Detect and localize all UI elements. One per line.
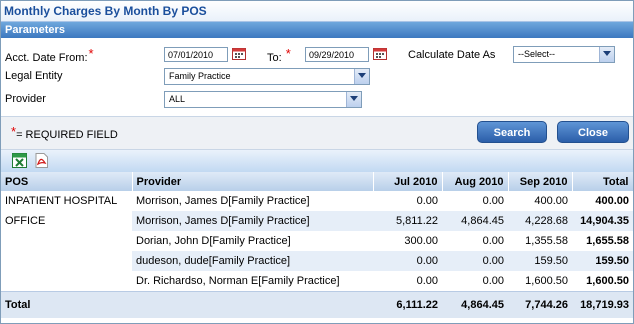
sep-2010-cell: 1,355.58 xyxy=(508,231,572,251)
jul-2010-cell: 0.00 xyxy=(373,271,442,292)
legal-entity-label: Legal Entity xyxy=(5,70,63,82)
pos-cell xyxy=(1,231,132,251)
aug-2010-cell: 4,864.45 xyxy=(442,211,508,231)
table-row: dudeson, dude[Family Practice] 0.00 0.00… xyxy=(1,251,633,271)
provider-cell: Dorian, John D[Family Practice] xyxy=(132,231,373,251)
table-row: Dr. Richardso, Norman E[Family Practice]… xyxy=(1,271,633,292)
total-cell: 400.00 xyxy=(572,191,633,211)
jul-2010-total: 6,111.22 xyxy=(373,291,442,318)
table-row: Dorian, John D[Family Practice] 300.00 0… xyxy=(1,231,633,251)
column-header-provider[interactable]: Provider xyxy=(132,172,374,191)
sep-2010-cell: 159.50 xyxy=(508,251,572,271)
chevron-down-icon[interactable] xyxy=(346,92,361,107)
pos-cell xyxy=(1,271,132,292)
pos-cell: INPATIENT HOSPITAL xyxy=(1,191,132,211)
export-toolbar xyxy=(1,150,633,172)
total-cell: 14,904.35 xyxy=(572,211,633,231)
column-header-jul-2010[interactable]: Jul 2010 xyxy=(373,172,443,191)
aug-2010-total: 4,864.45 xyxy=(442,291,508,318)
charges-table: POS Provider Jul 2010 Aug 2010 Sep 2010 … xyxy=(1,172,633,318)
acct-date-to-input[interactable]: 09/29/2010 xyxy=(305,47,369,62)
page-title: Monthly Charges By Month By POS xyxy=(1,1,633,22)
provider-label: Provider xyxy=(5,93,46,105)
close-button[interactable]: Close xyxy=(557,121,629,143)
aug-2010-cell: 0.00 xyxy=(442,191,508,211)
jul-2010-cell: 300.00 xyxy=(373,231,442,251)
calendar-icon[interactable] xyxy=(373,47,387,60)
provider-cell: Dr. Richardso, Norman E[Family Practice] xyxy=(132,271,373,292)
provider-value: ALL xyxy=(169,94,186,104)
column-header-sep-2010[interactable]: Sep 2010 xyxy=(508,172,573,191)
aug-2010-cell: 0.00 xyxy=(442,231,508,251)
total-cell: 1,600.50 xyxy=(572,271,633,292)
required-field-bar: *= REQUIRED FIELD Search Close xyxy=(1,116,633,150)
sep-2010-cell: 1,600.50 xyxy=(508,271,572,292)
grand-total: 18,719.93 xyxy=(572,291,633,318)
column-header-total[interactable]: Total xyxy=(572,172,633,191)
chevron-down-icon[interactable] xyxy=(599,47,614,62)
provider-cell xyxy=(132,291,373,318)
provider-cell: dudeson, dude[Family Practice] xyxy=(132,251,373,271)
acct-date-from-input[interactable]: 07/01/2010 xyxy=(164,47,228,62)
calendar-icon[interactable] xyxy=(232,47,246,60)
sep-2010-cell: 400.00 xyxy=(508,191,572,211)
excel-export-icon[interactable] xyxy=(12,153,27,168)
provider-cell: Morrison, James D[Family Practice] xyxy=(132,211,373,231)
total-row: Total 6,111.22 4,864.45 7,744.26 18,719.… xyxy=(1,291,633,318)
calculate-date-as-label: Calculate Date As xyxy=(408,49,496,61)
jul-2010-cell: 0.00 xyxy=(373,191,442,211)
calculate-date-as-select[interactable]: --Select-- xyxy=(513,46,615,63)
required-field-note: *= REQUIRED FIELD xyxy=(11,124,118,141)
provider-cell: Morrison, James D[Family Practice] xyxy=(132,191,373,211)
provider-select[interactable]: ALL xyxy=(164,91,362,108)
parameters-panel: Acct. Date From:* 07/01/2010 To: * 09/29… xyxy=(1,38,633,116)
total-label: Total xyxy=(1,291,132,318)
report-window: Monthly Charges By Month By POS Paramete… xyxy=(0,0,634,324)
pos-cell: OFFICE xyxy=(1,211,132,231)
to-label: To: * xyxy=(267,46,291,64)
chevron-down-icon[interactable] xyxy=(354,69,369,84)
aug-2010-cell: 0.00 xyxy=(442,271,508,292)
pos-cell xyxy=(1,251,132,271)
pdf-export-icon[interactable] xyxy=(34,153,49,168)
column-header-pos[interactable]: POS xyxy=(1,172,133,191)
legal-entity-select[interactable]: Family Practice xyxy=(164,68,370,85)
sep-2010-cell: 4,228.68 xyxy=(508,211,572,231)
sep-2010-total: 7,744.26 xyxy=(508,291,572,318)
aug-2010-cell: 0.00 xyxy=(442,251,508,271)
parameters-header: Parameters xyxy=(1,22,633,38)
acct-date-from-label: Acct. Date From:* xyxy=(5,46,94,64)
total-cell: 1,655.58 xyxy=(572,231,633,251)
jul-2010-cell: 0.00 xyxy=(373,251,442,271)
table-row: INPATIENT HOSPITAL Morrison, James D[Fam… xyxy=(1,191,633,211)
total-cell: 159.50 xyxy=(572,251,633,271)
legal-entity-value: Family Practice xyxy=(169,71,231,81)
jul-2010-cell: 5,811.22 xyxy=(373,211,442,231)
calculate-date-as-value: --Select-- xyxy=(518,49,556,59)
table-row: OFFICE Morrison, James D[Family Practice… xyxy=(1,211,633,231)
column-header-aug-2010[interactable]: Aug 2010 xyxy=(442,172,509,191)
search-button[interactable]: Search xyxy=(477,121,547,143)
table-header-row: POS Provider Jul 2010 Aug 2010 Sep 2010 … xyxy=(1,172,633,191)
